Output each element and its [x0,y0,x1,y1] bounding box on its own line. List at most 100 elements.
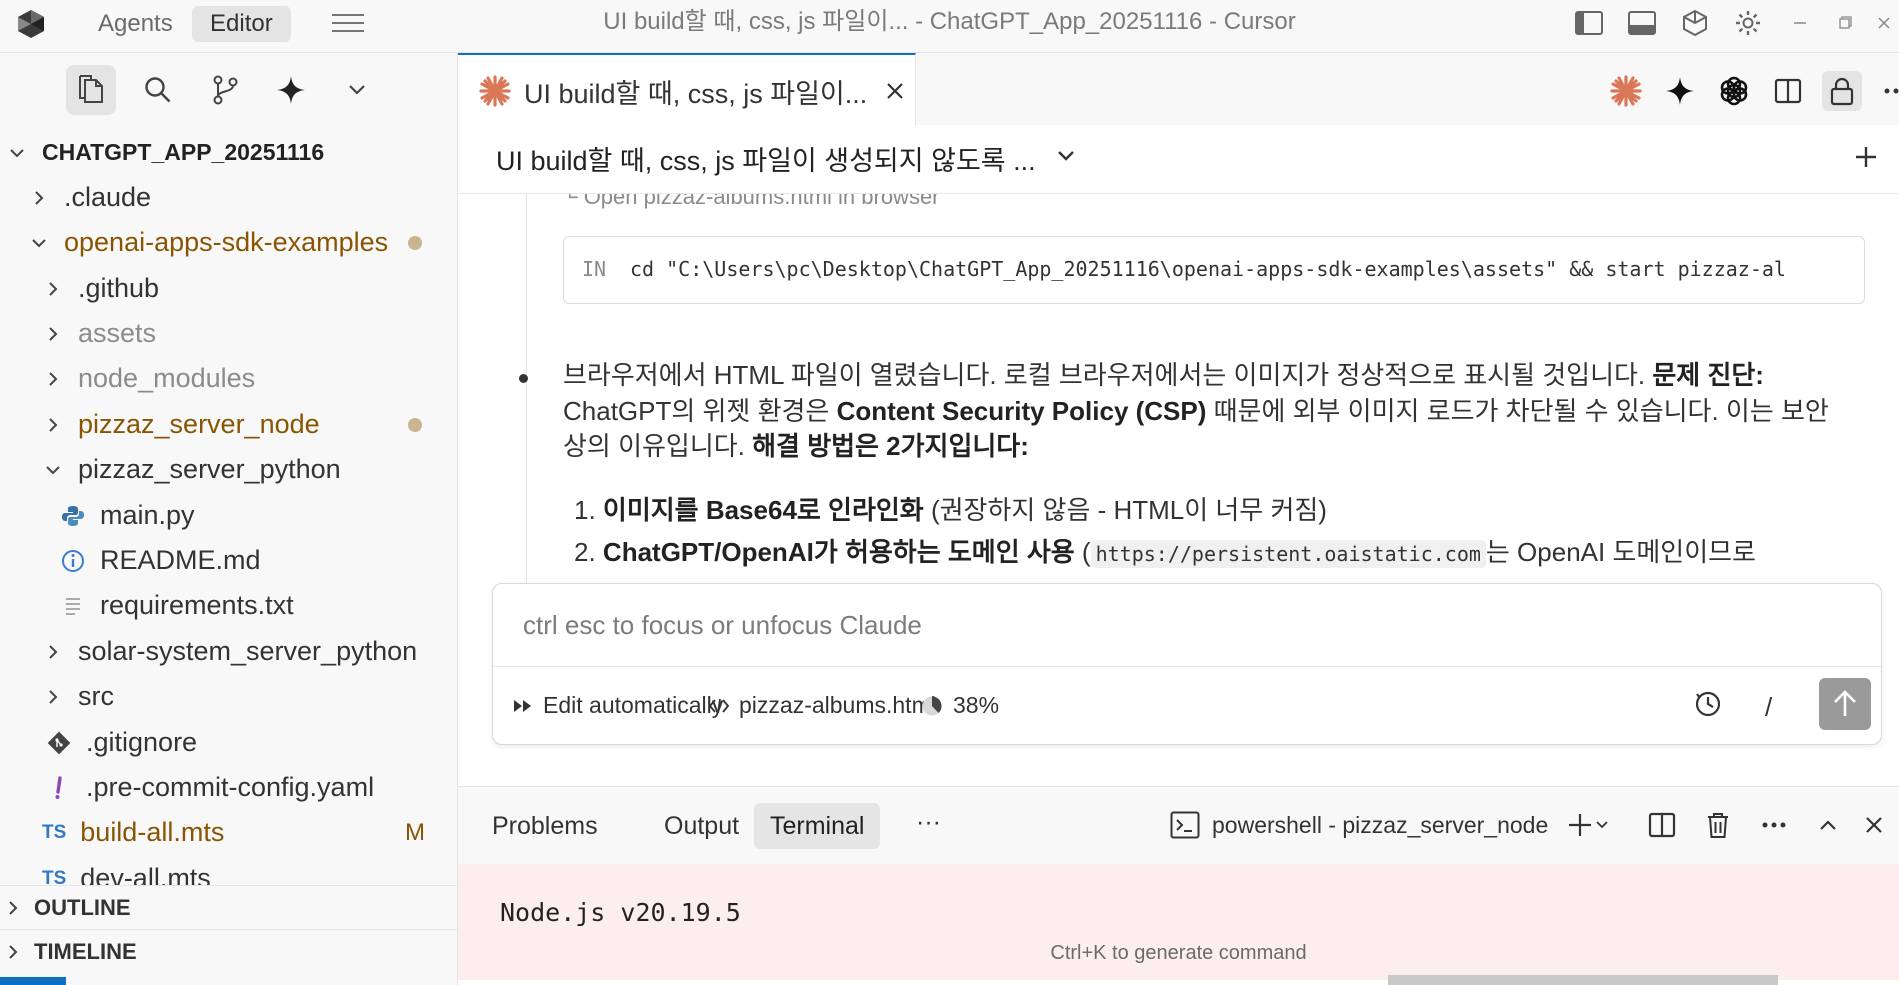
tree-item-label: main.py [100,500,195,530]
tab-output[interactable]: Output [648,803,755,849]
chat-header: UI build할 때, css, js 파일이 생성되지 않도록 ... [458,125,1899,194]
editor-tab-bar: UI build할 때, css, js 파일이... [458,53,1899,127]
file-item[interactable]: .gitignore [0,720,457,765]
toggle-panel-icon[interactable] [1627,8,1657,38]
chevron-down-icon[interactable] [1590,805,1614,845]
file-item[interactable]: TS build-all.mts M [0,810,457,855]
context-file-label: pizzaz-albums.html [739,692,936,718]
new-chat-plus-icon[interactable] [1854,145,1878,169]
settings-gear-icon[interactable] [1733,8,1763,38]
more-actions-icon[interactable] [1754,805,1794,845]
tree-item-label: README.md [100,545,261,575]
close-window-icon[interactable] [1869,8,1899,38]
folder-item[interactable]: src [0,674,457,719]
agents-tab[interactable]: Agents [80,6,191,42]
explorer-root[interactable]: CHATGPT_APP_20251116 [0,130,457,175]
chevron-down-icon[interactable] [1056,149,1076,163]
folder-item[interactable]: assets [0,311,457,356]
close-tab-icon[interactable] [885,81,905,101]
terminal-name: powershell - pizzaz_server_node [1212,811,1549,838]
trash-icon[interactable] [1698,805,1738,845]
ai-sparkle-icon[interactable] [1660,71,1700,111]
context-usage[interactable]: 38% [921,692,999,719]
tree-item-label: .pre-commit-config.yaml [86,772,375,802]
fast-forward-icon [513,698,533,714]
title-bar: Agents Editor UI build할 때, css, js 파일이..… [0,0,1899,53]
bold-run: ChatGPT/OpenAI가 허용하는 도메인 사용 [602,537,1075,567]
panel-more-tabs[interactable]: ··· [900,799,957,845]
bold-run: 해결 방법은 2가지입니다: [752,431,1029,461]
folder-item[interactable]: pizzaz_server_node [0,402,457,447]
tree-item-label: openai-apps-sdk-examples [64,227,389,257]
search-icon[interactable] [133,65,183,115]
outline-section[interactable]: OUTLINE [0,885,457,930]
source-control-icon[interactable] [200,65,250,115]
modified-dot [408,235,422,250]
chevron-right-icon [42,323,64,345]
openai-icon[interactable] [1714,71,1754,111]
chevron-right-icon [42,641,64,663]
modified-badge: M [405,818,425,846]
chat-title[interactable]: UI build할 때, css, js 파일이 생성되지 않도록 ... [496,139,1036,178]
explorer-root-label: CHATGPT_APP_20251116 [42,139,325,165]
history-icon[interactable] [1693,688,1723,718]
tab-problems[interactable]: Problems [476,803,614,849]
slash-command-button[interactable]: / [1765,692,1772,723]
chevron-right-icon [42,686,64,708]
text-run: 브라우저에서 HTML 파일이 열렸습니다. 로컬 브라우저에서는 이미지가 정… [563,360,1653,390]
terminal-output[interactable]: Node.js v20.19.5 [458,864,1899,940]
lock-icon[interactable] [1822,71,1862,111]
chat-input[interactable] [523,610,1823,641]
send-button[interactable] [1819,678,1871,730]
explorer-sidebar: CHATGPT_APP_20251116 .claude openai-apps-… [0,53,458,985]
python-icon [60,503,86,529]
context-file-chip[interactable]: pizzaz-albums.html [709,692,936,719]
timeline-section[interactable]: TIMELINE [0,929,457,974]
close-panel-icon[interactable] [1854,805,1894,845]
context-usage-label: 38% [953,692,1000,718]
folder-item[interactable]: .github [0,266,457,311]
minimize-icon[interactable] [1785,8,1815,38]
chevron-down-icon[interactable] [332,65,382,115]
folder-item[interactable]: solar-system_server_python [0,629,457,674]
more-actions-icon[interactable] [1876,71,1899,111]
folder-item[interactable]: .claude [0,175,457,220]
tab-terminal[interactable]: Terminal [754,803,881,849]
horizontal-scrollbar[interactable] [1388,975,1778,985]
chevron-up-icon[interactable] [1808,805,1848,845]
bold-run: Content Security Policy (CSP) [836,396,1207,426]
editor-tab[interactable]: Editor [192,6,291,42]
file-item[interactable]: README.md [0,538,457,583]
command-text: cd "C:\Users\pc\Desktop\ChatGPT_App_2025… [630,257,1786,281]
claude-icon[interactable] [1606,71,1646,111]
status-accent-bar [0,977,66,985]
assistant-paragraph-3: 상의 이유입니다. 해결 방법은 2가지입니다: [563,425,1893,467]
explorer-files-icon[interactable] [66,65,116,115]
file-item[interactable]: .pre-commit-config.yaml [0,765,457,810]
tree-item-label: pizzaz_server_python [78,454,341,484]
folder-item[interactable]: node_modules [0,356,457,401]
info-icon [60,548,86,574]
file-item[interactable]: main.py [0,493,457,538]
folder-item[interactable]: pizzaz_server_python [0,447,457,492]
command-block[interactable]: IN cd "C:\Users\pc\Desktop\ChatGPT_App_2… [563,236,1865,304]
folder-item[interactable]: openai-apps-sdk-examples [0,220,457,265]
chevron-down-icon [28,232,50,254]
tree-item-label: requirements.txt [100,590,294,620]
toggle-sidebar-icon[interactable] [1574,8,1604,38]
split-terminal-icon[interactable] [1642,805,1682,845]
text-run: 는 OpenAI 도메인이므로 [1485,537,1756,567]
ai-sparkle-icon[interactable] [266,65,316,115]
tool-step-label: └ Open pizzaz-albums.html in browser [562,194,940,209]
cube-icon[interactable] [1680,8,1710,38]
edit-mode-button[interactable]: Edit automatically [513,692,723,719]
restore-icon[interactable] [1830,8,1860,38]
split-editor-icon[interactable] [1768,71,1808,111]
terminal-selector[interactable]: powershell - pizzaz_server_node [1170,811,1548,839]
modified-dot [408,417,422,432]
chevron-right-icon [42,368,64,390]
menu-icon[interactable] [330,10,366,36]
file-item[interactable]: requirements.txt [0,583,457,628]
cursor-logo-icon [14,7,48,41]
chat-editor-tab[interactable]: UI build할 때, css, js 파일이... [458,53,916,127]
